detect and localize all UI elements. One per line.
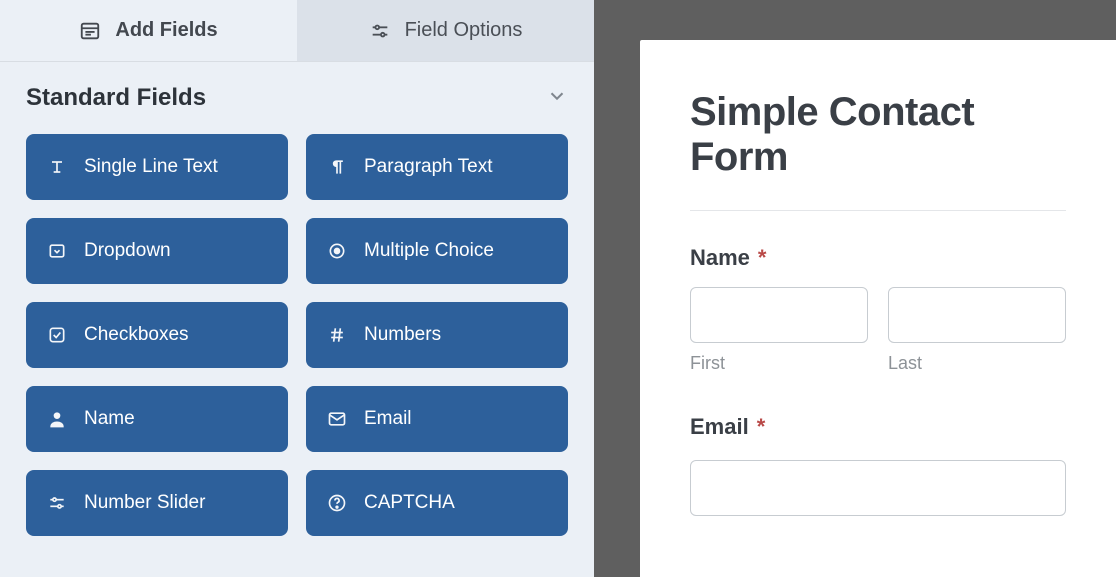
hash-icon	[326, 324, 348, 346]
email-input[interactable]	[690, 460, 1066, 516]
field-label: Paragraph Text	[364, 156, 493, 178]
required-asterisk: *	[757, 414, 766, 440]
field-label: Dropdown	[84, 240, 171, 262]
first-name-input[interactable]	[690, 287, 868, 343]
field-name[interactable]: Name	[26, 386, 288, 452]
email-label: Email	[690, 414, 749, 440]
form-icon	[79, 20, 101, 42]
field-label: Single Line Text	[84, 156, 218, 178]
chevron-down-icon	[546, 85, 568, 112]
field-captcha[interactable]: CAPTCHA	[306, 470, 568, 536]
field-label: CAPTCHA	[364, 492, 455, 514]
required-asterisk: *	[758, 245, 767, 271]
field-label: Email	[364, 408, 412, 430]
preview-email-field[interactable]: Email *	[690, 414, 1066, 516]
field-label: Name	[84, 408, 135, 430]
sidebar-tabs: Add Fields Field Options	[0, 0, 594, 62]
field-label: Numbers	[364, 324, 441, 346]
field-checkboxes[interactable]: Checkboxes	[26, 302, 288, 368]
field-paragraph-text[interactable]: Paragraph Text	[306, 134, 568, 200]
question-circle-icon	[326, 492, 348, 514]
field-email[interactable]: Email	[306, 386, 568, 452]
tab-add-fields-label: Add Fields	[115, 19, 217, 42]
field-numbers[interactable]: Numbers	[306, 302, 568, 368]
radio-icon	[326, 240, 348, 262]
standard-fields-section: Standard Fields Single Line Text Paragra…	[0, 62, 594, 536]
preview-name-field[interactable]: Name * First Last	[690, 245, 1066, 374]
builder-sidebar: Add Fields Field Options Standard Fields	[0, 0, 594, 577]
section-header[interactable]: Standard Fields	[26, 84, 568, 112]
tab-add-fields[interactable]: Add Fields	[0, 0, 297, 61]
sliders-icon	[46, 492, 68, 514]
dropdown-icon	[46, 240, 68, 262]
envelope-icon	[326, 408, 348, 430]
tab-field-options[interactable]: Field Options	[297, 0, 594, 61]
divider	[690, 210, 1066, 211]
field-label: Checkboxes	[84, 324, 189, 346]
field-single-line-text[interactable]: Single Line Text	[26, 134, 288, 200]
first-sublabel: First	[690, 353, 868, 374]
pilcrow-icon	[326, 156, 348, 178]
name-label-row: Name *	[690, 245, 1066, 271]
checkbox-icon	[46, 324, 68, 346]
form-canvas-backdrop: Simple Contact Form Name * First Last Em…	[594, 0, 1116, 577]
field-dropdown[interactable]: Dropdown	[26, 218, 288, 284]
field-label: Multiple Choice	[364, 240, 494, 262]
field-multiple-choice[interactable]: Multiple Choice	[306, 218, 568, 284]
field-grid: Single Line Text Paragraph Text Dropdown	[26, 134, 568, 536]
section-title: Standard Fields	[26, 84, 206, 112]
text-cursor-icon	[46, 156, 68, 178]
email-label-row: Email *	[690, 414, 1066, 440]
sliders-icon	[369, 20, 391, 42]
form-preview[interactable]: Simple Contact Form Name * First Last Em…	[640, 40, 1116, 577]
field-number-slider[interactable]: Number Slider	[26, 470, 288, 536]
field-label: Number Slider	[84, 492, 205, 514]
name-label: Name	[690, 245, 750, 271]
form-title[interactable]: Simple Contact Form	[690, 90, 1066, 180]
user-icon	[46, 408, 68, 430]
tab-field-options-label: Field Options	[405, 19, 523, 42]
last-name-input[interactable]	[888, 287, 1066, 343]
last-sublabel: Last	[888, 353, 1066, 374]
